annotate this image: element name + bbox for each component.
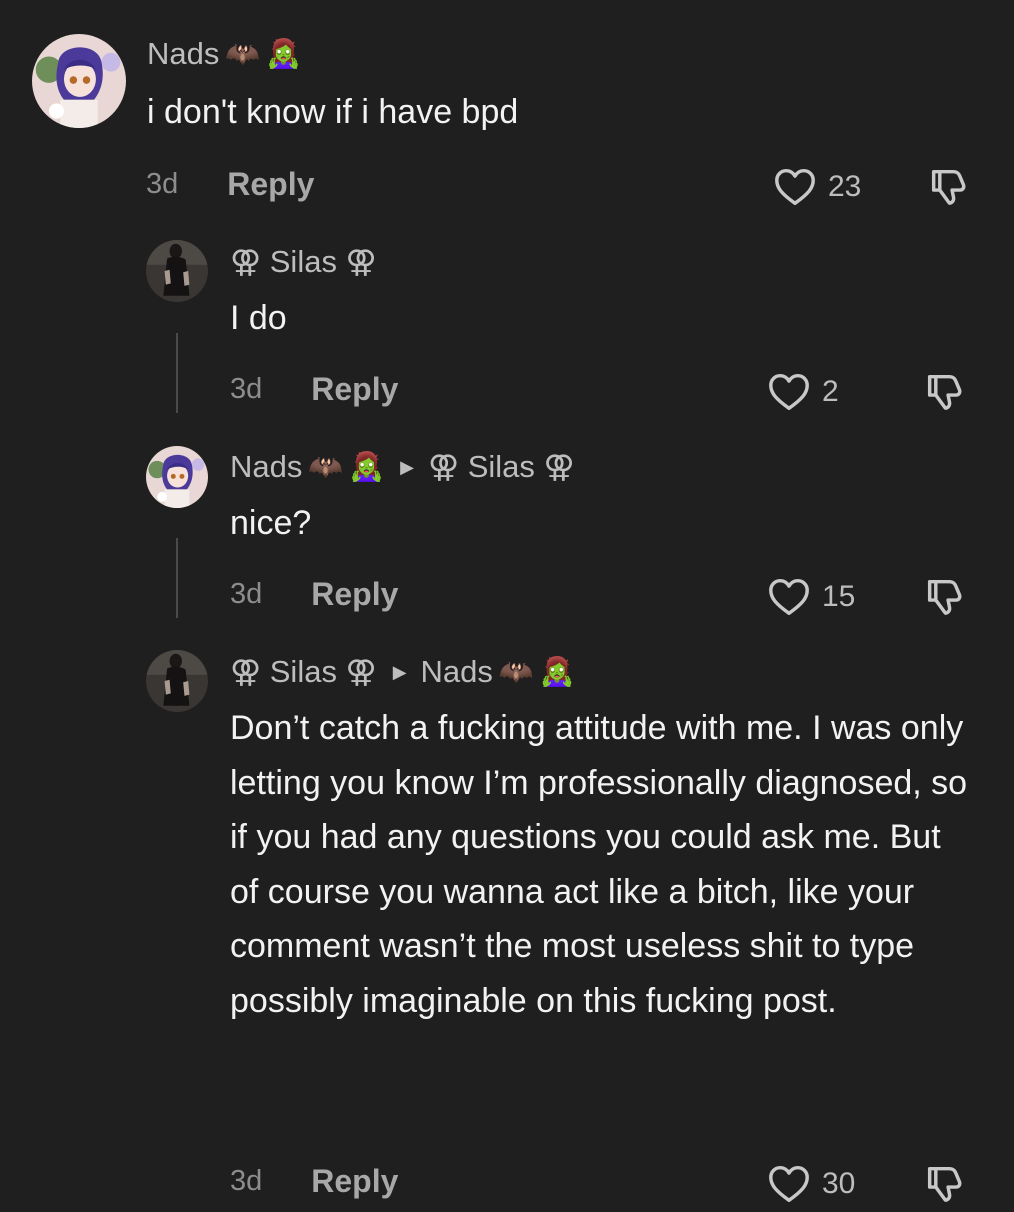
username-text: ⚢ Silas ⚢ (230, 654, 377, 689)
heart-icon (766, 1161, 812, 1207)
reply-to-username[interactable]: ⚢ Silas ⚢ (428, 449, 575, 485)
zombie-emoji: 🧟‍♀️ (539, 656, 575, 687)
reply-to-username[interactable]: Nads (421, 654, 493, 690)
reply-button[interactable]: Reply (311, 371, 398, 408)
zombie-emoji: 🧟‍♀️ (266, 38, 302, 69)
like-button[interactable]: 2 (766, 369, 839, 415)
dislike-button[interactable] (922, 369, 968, 420)
like-count: 2 (822, 375, 839, 408)
avatar-image (146, 446, 208, 508)
bat-emoji: 🦇 (308, 451, 344, 482)
thumbs-down-icon (922, 369, 968, 415)
comment-text: i don't know if i have bpd (147, 93, 519, 131)
comment-text: I do (230, 299, 287, 337)
thumbs-down-icon (922, 574, 968, 620)
like-count: 15 (822, 580, 856, 613)
avatar[interactable] (146, 446, 208, 508)
thumbs-down-icon (922, 1161, 968, 1207)
reply-button[interactable]: Reply (227, 166, 314, 203)
thread-line (176, 538, 178, 618)
reply-button[interactable]: Reply (311, 576, 398, 613)
thumbs-down-icon (926, 164, 972, 210)
thread-line (176, 333, 178, 413)
comment-time: 3d (230, 578, 263, 610)
dislike-button[interactable] (922, 1161, 968, 1212)
comment-text: nice? (230, 504, 312, 542)
zombie-emoji: 🧟‍♀️ (349, 451, 385, 482)
comment-text: Don’t catch a fucking attitude with me. … (230, 709, 968, 1020)
avatar-image (146, 240, 208, 302)
heart-icon (772, 164, 818, 210)
avatar[interactable] (32, 34, 126, 128)
like-count: 23 (828, 170, 862, 203)
username-text: Nads (230, 449, 303, 484)
bat-emoji: 🦇 (498, 656, 534, 687)
caret-right-icon: ▶ (392, 661, 407, 682)
comment-time: 3d (230, 1165, 263, 1197)
username-text: Nads (147, 36, 220, 71)
comment-username[interactable]: Nads 🦇 🧟‍♀️ ▶ ⚢ Silas ⚢ (230, 449, 575, 485)
username-text: ⚢ Silas ⚢ (230, 244, 377, 279)
avatar-image (146, 650, 208, 712)
like-button[interactable]: 30 (766, 1161, 855, 1207)
reply-button[interactable]: Reply (311, 1163, 398, 1200)
comment-username[interactable]: ⚢ Silas ⚢ ▶ Nads 🦇 🧟‍♀️ (230, 654, 575, 690)
heart-icon (766, 574, 812, 620)
comment-username[interactable]: ⚢ Silas ⚢ (230, 244, 377, 280)
dislike-button[interactable] (922, 574, 968, 625)
heart-icon (766, 369, 812, 415)
caret-right-icon: ▶ (400, 456, 414, 477)
comment-username[interactable]: Nads 🦇 🧟‍♀️ (147, 36, 301, 72)
dislike-button[interactable] (926, 164, 972, 215)
avatar[interactable] (146, 240, 208, 302)
bat-emoji: 🦇 (225, 38, 261, 69)
avatar[interactable] (146, 650, 208, 712)
comment-time: 3d (230, 373, 263, 405)
like-button[interactable]: 15 (766, 574, 855, 620)
like-button[interactable]: 23 (772, 164, 861, 210)
comment-time: 3d (146, 168, 179, 200)
like-count: 30 (822, 1167, 856, 1200)
avatar-image (32, 34, 126, 128)
